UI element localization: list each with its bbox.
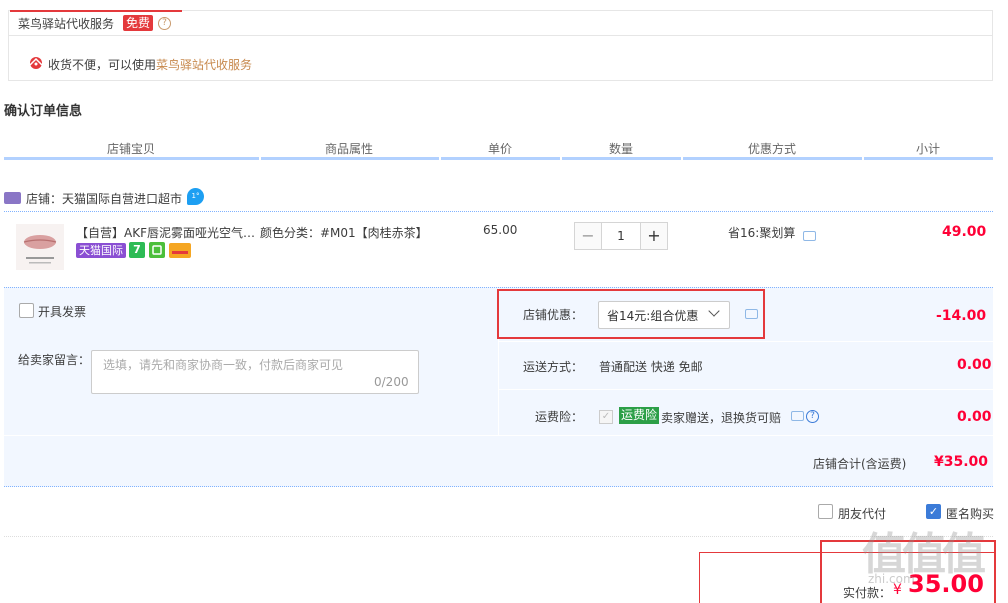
col-header-shop-item: 店铺宝贝 <box>107 142 156 156</box>
quantity-increase-button[interactable]: + <box>640 222 668 250</box>
quantity-input[interactable]: 1 <box>601 222 641 250</box>
options-divider <box>4 536 993 537</box>
guarantee-icon <box>149 242 165 258</box>
wangwang-chat-icon[interactable]: 1° <box>187 188 204 205</box>
cainiao-tip: 收货不便，可以使用菜鸟驿站代收服务 <box>48 56 252 73</box>
watermark-site: zhi.com <box>868 572 915 586</box>
col-header-quantity: 数量 <box>609 142 634 156</box>
promo-comment-icon[interactable] <box>803 231 816 241</box>
tmall-cat-icon <box>4 192 21 204</box>
insurance-label: 运费险： <box>535 410 584 424</box>
shop-discount-selected: 省14元:组合优惠 <box>607 309 699 323</box>
item-unit-price: 65.00 <box>483 223 518 237</box>
header-underline <box>441 157 560 160</box>
item-promotion: 省16:聚划算 <box>728 226 796 240</box>
lips-image-icon <box>16 224 64 270</box>
header-underline <box>562 157 681 160</box>
seller-message-count: 0/200 <box>374 375 409 389</box>
insurance-help-icon[interactable]: ? <box>806 410 819 423</box>
shop-discount-amount: -14.00 <box>936 308 987 324</box>
seller-message-label: 给卖家留言： <box>18 353 91 367</box>
item-attribute: 颜色分类：#M01【肉桂赤茶】 <box>260 226 428 240</box>
shop-total-value: ¥35.00 <box>934 454 989 470</box>
seven-day-return-icon: 7 <box>129 242 145 258</box>
cainiao-divider <box>8 35 993 36</box>
header-underline <box>261 157 439 160</box>
insurance-checkbox: ✓ <box>599 410 613 424</box>
summary-row-divider <box>498 341 993 342</box>
tmall-global-tag: 天猫国际 <box>76 243 126 258</box>
friend-pay-checkbox[interactable] <box>818 504 833 519</box>
cainiao-warning-icon <box>29 57 43 69</box>
item-subtotal: 49.00 <box>942 224 987 240</box>
free-badge: 免费 <box>123 15 154 31</box>
shop-discount-label: 店铺优惠： <box>523 308 584 322</box>
invoice-checkbox[interactable] <box>19 303 34 318</box>
insurance-comment-icon[interactable] <box>791 411 804 421</box>
insurance-text: 卖家赠送，退换货可赔 <box>661 411 782 425</box>
invoice-label: 开具发票 <box>38 305 87 319</box>
col-header-subtotal: 小计 <box>916 142 941 156</box>
cainiao-service-link[interactable]: 菜鸟驿站代收服务 <box>156 58 252 72</box>
anonymous-checkbox[interactable]: ✓ <box>926 504 941 519</box>
insurance-amount: 0.00 <box>957 409 992 425</box>
insurance-badge: 运费险 <box>619 407 660 424</box>
cainiao-tip-text: 收货不便，可以使用 <box>48 58 157 72</box>
col-header-unit-price: 单价 <box>488 142 513 156</box>
help-icon[interactable]: ? <box>158 17 171 30</box>
header-underline <box>864 157 993 160</box>
col-header-promotion: 优惠方式 <box>748 142 797 156</box>
item-title[interactable]: 【自营】AKF唇泥雾面哑光空气唇釉 <box>76 224 256 241</box>
header-underline <box>4 157 259 160</box>
credit-card-icon <box>169 243 191 258</box>
cainiao-title[interactable]: 菜鸟驿站代收服务 <box>18 15 114 32</box>
section-title: 确认订单信息 <box>4 104 83 119</box>
item-thumbnail[interactable] <box>16 224 64 270</box>
discount-comment-icon[interactable] <box>745 309 758 319</box>
shipping-value: 普通配送 快递 免邮 <box>599 360 703 374</box>
shop-name[interactable]: 店铺：天猫国际自营进口超市 <box>26 190 182 207</box>
summary-row-divider <box>498 389 993 390</box>
seller-message-placeholder: 选填，请先和商家协商一致，付款后商家可见 <box>103 358 344 372</box>
shipping-label: 运送方式： <box>523 360 584 374</box>
col-header-attributes: 商品属性 <box>325 142 374 156</box>
summary-footer-divider <box>4 435 993 436</box>
pay-label: 实付款： <box>843 586 892 600</box>
header-underline <box>683 157 862 160</box>
shop-total-label: 店铺合计(含运费) <box>813 457 907 471</box>
shipping-amount: 0.00 <box>957 357 992 373</box>
shop-divider <box>4 211 993 212</box>
quantity-decrease-button[interactable]: − <box>574 222 602 250</box>
